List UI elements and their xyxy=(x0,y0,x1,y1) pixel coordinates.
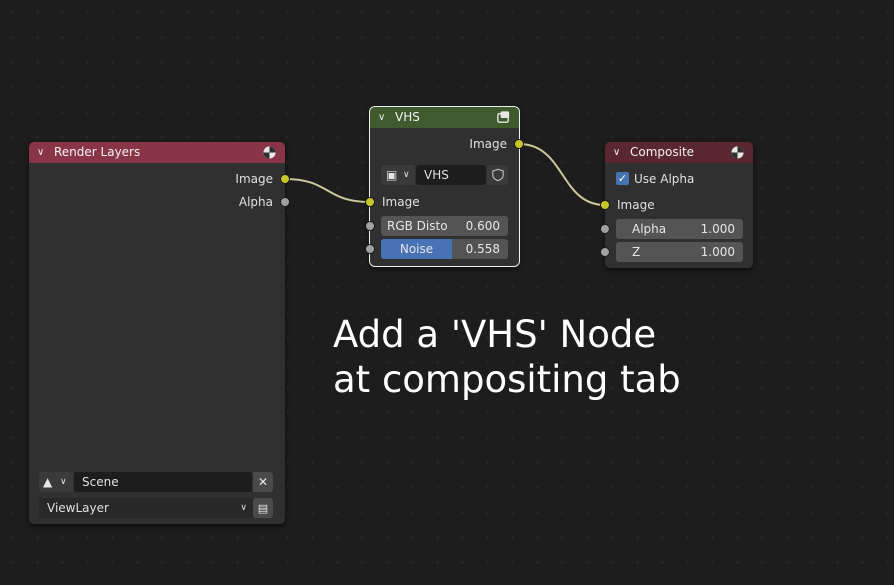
node-title: VHS xyxy=(395,110,420,124)
z-label: Z xyxy=(632,245,641,259)
noise-socket[interactable] xyxy=(365,244,375,254)
output-alpha-socket[interactable] xyxy=(280,197,290,207)
z-field[interactable]: Z 1.000 xyxy=(616,242,743,262)
output-alpha-label: Alpha xyxy=(238,195,273,209)
image-browse-icon: ▣ xyxy=(386,168,398,182)
noise-slider[interactable]: Noise 0.558 xyxy=(381,239,508,259)
input-image-socket[interactable] xyxy=(365,197,375,207)
use-alpha-checkbox[interactable]: ✓ xyxy=(616,172,629,185)
scene-browse-button[interactable]: ▲ ∨ xyxy=(39,472,73,492)
link-renderlayers-to-vhs xyxy=(284,178,371,203)
node-group-icon[interactable] xyxy=(496,110,511,125)
noise-value: 0.558 xyxy=(465,242,500,256)
image-name-field[interactable]: VHS xyxy=(416,165,486,185)
caption-line-2: at compositing tab xyxy=(333,358,681,401)
caption-text: Add a 'VHS' Node at compositing tab xyxy=(333,312,681,402)
node-header[interactable]: ∨ Composite xyxy=(605,142,753,163)
node-header[interactable]: ∨ VHS xyxy=(370,107,519,128)
chevron-down-icon: ∨ xyxy=(60,477,67,487)
caption-line-1: Add a 'VHS' Node xyxy=(333,313,657,356)
fake-user-button[interactable] xyxy=(487,165,508,185)
collapse-chevron-icon[interactable]: ∨ xyxy=(613,142,620,163)
input-image-socket[interactable] xyxy=(600,200,610,210)
z-value: 1.000 xyxy=(700,245,735,259)
view-layer-dropdown[interactable]: ViewLayer ∨ xyxy=(39,498,253,518)
use-alpha-label[interactable]: Use Alpha xyxy=(634,171,694,187)
z-socket[interactable] xyxy=(600,247,610,257)
image-browse-button[interactable]: ▣ ∨ xyxy=(381,165,415,185)
node-title: Composite xyxy=(630,145,695,159)
scene-clear-button[interactable]: ✕ xyxy=(253,472,273,492)
node-header[interactable]: ∨ Render Layers xyxy=(29,142,285,163)
output-image-socket[interactable] xyxy=(280,174,290,184)
view-layer-name: ViewLayer xyxy=(47,501,109,515)
image-name: VHS xyxy=(424,168,449,182)
collapse-chevron-icon[interactable]: ∨ xyxy=(378,107,385,128)
rgb-disto-slider[interactable]: RGB Disto 0.600 xyxy=(381,216,508,236)
noise-label: Noise xyxy=(399,242,434,256)
rgb-disto-value: 0.600 xyxy=(465,219,500,233)
alpha-socket[interactable] xyxy=(600,224,610,234)
vhs-node[interactable]: ∨ VHS Image ▣ ∨ VHS Image RGB Disto 0.60… xyxy=(365,106,524,267)
render-sphere-icon xyxy=(731,146,744,159)
scene-name: Scene xyxy=(82,475,119,489)
chevron-down-icon: ∨ xyxy=(240,503,247,513)
input-image-label: Image xyxy=(382,195,420,209)
close-icon: ✕ xyxy=(257,475,269,489)
output-image-label: Image xyxy=(469,137,507,151)
scene-name-field[interactable]: Scene xyxy=(74,472,252,492)
shield-icon xyxy=(492,168,504,182)
rgb-disto-socket[interactable] xyxy=(365,221,375,231)
chevron-down-icon: ∨ xyxy=(403,170,410,180)
output-image-socket[interactable] xyxy=(514,139,524,149)
input-image-label: Image xyxy=(617,198,655,212)
node-title: Render Layers xyxy=(54,145,141,159)
link-vhs-to-composite xyxy=(518,143,606,206)
rgb-disto-label: RGB Disto xyxy=(387,219,448,233)
composite-node[interactable]: ∨ Composite ✓ Use Alpha Image Alpha 1.00… xyxy=(600,142,753,268)
render-layers-icon: ▤ xyxy=(257,502,269,515)
collapse-chevron-icon[interactable]: ∨ xyxy=(37,142,44,163)
alpha-label: Alpha xyxy=(632,222,667,236)
scene-icon: ▲ xyxy=(43,475,53,489)
render-sphere-icon xyxy=(263,146,276,159)
output-image-label: Image xyxy=(235,172,273,186)
render-layer-button[interactable]: ▤ xyxy=(253,498,273,518)
alpha-field[interactable]: Alpha 1.000 xyxy=(616,219,743,239)
render-layers-node[interactable]: ∨ Render Layers Image Alpha ▲ ∨ Scene ✕ … xyxy=(29,142,290,524)
alpha-value: 1.000 xyxy=(700,222,735,236)
